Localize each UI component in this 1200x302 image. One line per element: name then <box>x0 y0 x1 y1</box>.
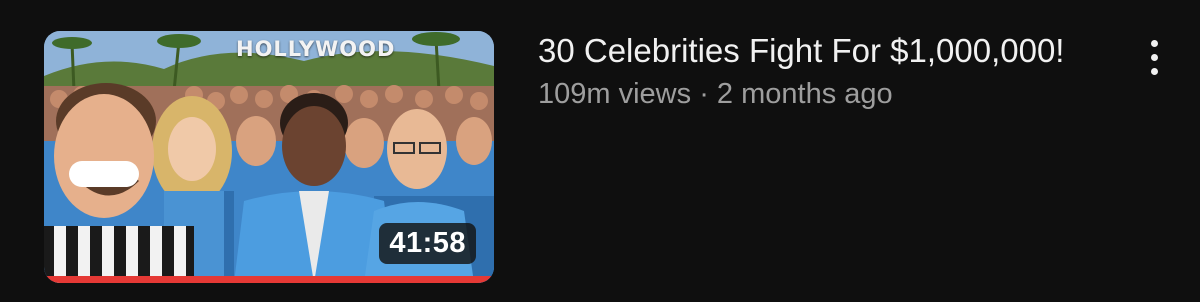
view-count: 109m views <box>538 78 692 110</box>
hollywood-sign: HOLLYWOOD <box>236 37 396 61</box>
watch-progress-bar <box>44 276 494 283</box>
video-metadata: 109m views · 2 months ago <box>538 74 1098 114</box>
menu-dot <box>1151 40 1158 47</box>
video-info[interactable]: 30 Celebrities Fight For $1,000,000! 109… <box>538 30 1098 114</box>
duration-badge: 41:58 <box>379 223 476 264</box>
video-title[interactable]: 30 Celebrities Fight For $1,000,000! <box>538 30 1098 72</box>
meta-separator: · <box>699 78 709 110</box>
more-vert-icon[interactable] <box>1138 36 1172 80</box>
upload-age: 2 months ago <box>716 78 893 110</box>
menu-dot <box>1151 68 1158 75</box>
video-list-item[interactable]: HOLLYWOOD 41:58 30 Celebrities Fight For… <box>0 0 1200 302</box>
video-thumbnail[interactable]: HOLLYWOOD 41:58 <box>44 31 494 283</box>
menu-dot <box>1151 54 1158 61</box>
